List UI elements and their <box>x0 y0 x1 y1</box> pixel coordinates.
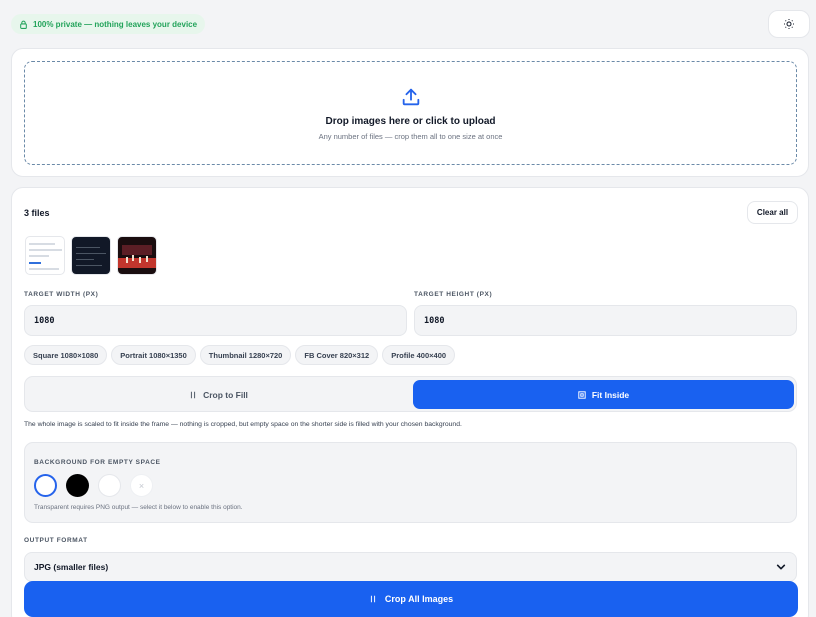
settings-card: 3 files Clear all TARGET WIDTH (PX) 1080… <box>11 187 809 617</box>
thumbnail-list <box>25 236 157 275</box>
privacy-badge: 100% private — nothing leaves your devic… <box>11 14 206 34</box>
dropzone-title: Drop images here or click to upload <box>325 115 496 127</box>
fit-inside-icon <box>578 390 586 399</box>
mode-description: The whole image is scaled to fit inside … <box>24 421 462 428</box>
crop-icon <box>190 391 196 398</box>
crop-all-button[interactable]: Crop All Images <box>24 581 798 617</box>
upload-icon <box>402 88 419 105</box>
output-format-select[interactable]: JPG (smaller files) <box>24 552 797 582</box>
thumbnail-1[interactable] <box>25 236 65 275</box>
chevron-down-icon <box>776 564 786 570</box>
dropzone-subtitle: Any number of files — crop them all to o… <box>318 131 503 141</box>
swatch-white-selected[interactable] <box>34 474 57 497</box>
crop-all-label: Crop All Images <box>384 594 454 604</box>
fit-inside-button[interactable]: Fit Inside <box>413 380 794 409</box>
size-presets: Square 1080×1080 Portrait 1080×1350 Thum… <box>24 345 456 365</box>
mode-toggle: Crop to Fill Fit Inside <box>24 376 797 412</box>
preset-fb-cover[interactable]: FB Cover 820×312 <box>295 345 379 365</box>
crop-to-fill-label: Crop to Fill <box>203 389 248 400</box>
output-format-value: JPG (smaller files) <box>34 562 109 572</box>
upload-dropzone[interactable]: Drop images here or click to upload Any … <box>24 61 797 165</box>
thumbnail-3[interactable] <box>117 236 157 275</box>
target-width-input[interactable]: 1080 <box>24 305 407 336</box>
background-label: BACKGROUND FOR EMPTY SPACE <box>34 459 161 466</box>
thumbnail-2[interactable] <box>71 236 111 275</box>
background-panel: BACKGROUND FOR EMPTY SPACE × Transparent… <box>24 442 797 523</box>
swatch-black[interactable] <box>66 474 89 497</box>
privacy-text: 100% private — nothing leaves your devic… <box>33 19 198 29</box>
fit-inside-label: Fit Inside <box>591 389 630 400</box>
files-count: 3 files <box>24 208 50 218</box>
lock-icon <box>20 20 27 29</box>
background-swatches: × <box>34 474 153 497</box>
target-width-label: TARGET WIDTH (PX) <box>24 291 99 298</box>
preset-square[interactable]: Square 1080×1080 <box>24 345 108 365</box>
preset-thumbnail[interactable]: Thumbnail 1280×720 <box>199 345 292 365</box>
swatch-white[interactable] <box>98 474 121 497</box>
crop-to-fill-button[interactable]: Crop to Fill <box>28 380 409 409</box>
clear-all-button[interactable]: Clear all <box>747 201 798 224</box>
upload-card: Drop images here or click to upload Any … <box>11 48 809 177</box>
sun-icon <box>784 19 794 29</box>
target-height-input[interactable]: 1080 <box>414 305 797 336</box>
background-note: Transparent requires PNG output — select… <box>34 504 243 511</box>
swatch-transparent: × <box>130 474 153 497</box>
preset-profile[interactable]: Profile 400×400 <box>382 345 456 365</box>
theme-toggle-button[interactable] <box>768 10 810 38</box>
target-height-label: TARGET HEIGHT (PX) <box>414 291 493 298</box>
crop-icon <box>370 595 375 603</box>
transparent-x-icon: × <box>138 480 145 491</box>
preset-portrait[interactable]: Portrait 1080×1350 <box>111 345 196 365</box>
output-format-label: OUTPUT FORMAT <box>24 537 88 544</box>
